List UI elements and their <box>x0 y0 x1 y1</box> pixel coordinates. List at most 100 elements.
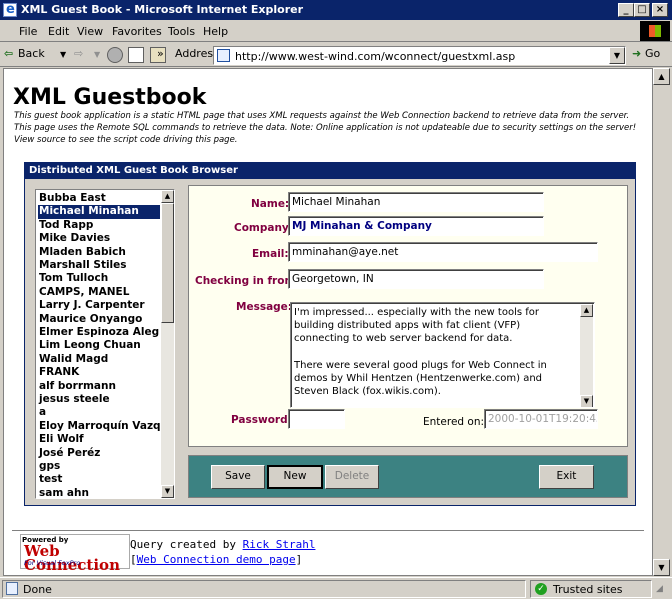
password-field[interactable] <box>288 409 345 429</box>
back-dropdown-icon[interactable]: ▼ <box>60 50 66 59</box>
toolbar: ⇦ Back ▼ ⇨ ▼ » Address http://www.west-w… <box>0 43 672 67</box>
page-icon <box>217 49 230 62</box>
stop-icon[interactable] <box>107 47 123 63</box>
window-titlebar: XML Guest Book - Microsoft Internet Expl… <box>0 0 672 20</box>
menu-view[interactable]: View <box>77 25 103 38</box>
query-prefix: Query created by <box>130 538 243 551</box>
window-scroll-up-icon[interactable]: ▲ <box>653 68 670 85</box>
scroll-down-icon[interactable]: ▼ <box>161 485 174 498</box>
window-scrollbar[interactable]: ▲ ▼ <box>653 68 670 576</box>
toolbar-overflow-chevron[interactable]: » <box>157 47 164 60</box>
go-button[interactable]: Go <box>645 47 660 60</box>
guest-list-item[interactable]: Eloy Marroquín Vazquez <box>38 420 160 434</box>
status-text: Done <box>23 583 52 596</box>
scroll-up-icon[interactable]: ▲ <box>161 190 174 203</box>
guest-list-item[interactable]: test <box>38 473 160 487</box>
author-link[interactable]: Rick Strahl <box>243 538 316 551</box>
guest-list-item[interactable]: Mladen Babich <box>38 246 160 260</box>
guest-list-item[interactable]: Bubba East <box>38 192 160 206</box>
guest-list-item[interactable]: alf borrmann <box>38 380 160 394</box>
message-scroll-up-icon[interactable]: ▲ <box>580 304 593 317</box>
back-button[interactable]: Back <box>18 47 45 60</box>
company-label: Company: <box>234 222 293 234</box>
menu-tools[interactable]: Tools <box>168 25 195 38</box>
button-bar: Save New Delete Exit <box>188 455 628 498</box>
resize-grip-icon[interactable]: ◢ <box>656 584 663 594</box>
company-field[interactable]: MJ Minahan & Company <box>288 216 544 236</box>
guest-list-item[interactable]: Michael Minahan <box>38 205 160 220</box>
status-bar: Done ✓ Trusted sites ◢ <box>0 577 672 599</box>
entered-on-label: Entered on: <box>423 416 485 428</box>
guest-list-item[interactable]: FRANK <box>38 366 160 380</box>
delete-button[interactable]: Delete <box>325 465 379 489</box>
page-done-icon <box>6 582 18 595</box>
menu-help[interactable]: Help <box>203 25 228 38</box>
guest-list-item[interactable]: Walid Magd <box>38 353 160 367</box>
address-bar[interactable]: http://www.west-wind.com/wconnect/guestx… <box>213 46 626 65</box>
message-paragraph-2: There were several good plugs for Web Co… <box>294 359 547 398</box>
page-title: XML Guestbook <box>13 85 207 110</box>
password-label: Password: <box>231 414 292 426</box>
web-connection-logo[interactable]: Powered by Web Connection For Visual Fox… <box>20 534 130 573</box>
message-scroll-down-icon[interactable]: ▼ <box>580 395 593 407</box>
go-arrow-icon[interactable]: ➜ <box>632 47 641 60</box>
email-label: Email: <box>252 248 289 260</box>
guest-list-item[interactable]: sam ahn <box>38 487 160 498</box>
guest-list-item[interactable]: Elmer Espinoza Alegre <box>38 326 160 340</box>
new-button[interactable]: New <box>267 465 323 489</box>
guest-list-item[interactable]: Larry J. Carpenter <box>38 299 160 313</box>
status-field: Done <box>2 580 526 598</box>
back-arrow-icon[interactable]: ⇦ <box>4 47 13 60</box>
exit-button[interactable]: Exit <box>539 465 594 489</box>
guest-list-item[interactable]: Marshall Stiles <box>38 259 160 273</box>
guest-list-item[interactable]: Eli Wolf <box>38 433 160 447</box>
query-credit: Query created by Rick Strahl <box>130 538 315 551</box>
bracket-close: ] <box>295 553 303 566</box>
guest-list-item[interactable]: José Peréz <box>38 447 160 461</box>
maximize-button[interactable]: □ <box>634 3 650 17</box>
name-field[interactable]: Michael Minahan <box>288 192 544 212</box>
guest-list-item[interactable]: gps <box>38 460 160 474</box>
trusted-sites-icon: ✓ <box>535 583 547 595</box>
list-scrollbar[interactable]: ▲ ▼ <box>161 190 174 498</box>
guest-list-item[interactable]: Tod Rapp <box>38 219 160 233</box>
save-button[interactable]: Save <box>211 465 265 489</box>
minimize-button[interactable]: _ <box>618 3 634 17</box>
list-scroll-thumb[interactable] <box>161 203 174 323</box>
forward-arrow-icon[interactable]: ⇨ <box>74 47 83 60</box>
message-paragraph-1: I'm impressed... especially with the new… <box>294 307 539 345</box>
email-field[interactable]: mminahan@aye.net <box>288 242 598 262</box>
address-dropdown-icon[interactable]: ▼ <box>609 47 625 64</box>
menu-file[interactable]: File <box>19 25 37 38</box>
guest-list-item[interactable]: CAMPS, MANEL <box>38 286 160 300</box>
window-title: XML Guest Book - Microsoft Internet Expl… <box>21 3 304 16</box>
footer-divider <box>12 530 644 532</box>
address-input[interactable]: http://www.west-wind.com/wconnect/guestx… <box>235 50 515 63</box>
guest-list-item[interactable]: Maurice Onyango <box>38 313 160 327</box>
guest-list-item[interactable]: Tom Tulloch <box>38 272 160 286</box>
message-field[interactable]: I'm impressed... especially with the new… <box>290 302 595 408</box>
forward-dropdown-icon[interactable]: ▼ <box>94 50 100 59</box>
menu-bar: File Edit View Favorites Tools Help <box>0 20 672 42</box>
menu-favorites[interactable]: Favorites <box>112 25 162 38</box>
demo-page-link[interactable]: Web Connection demo page <box>137 553 296 566</box>
close-button[interactable]: × <box>652 3 668 17</box>
logo-subtitle: For Visual FoxPro <box>24 559 81 567</box>
window-scroll-down-icon[interactable]: ▼ <box>653 559 670 576</box>
guest-list-item[interactable]: Mike Davies <box>38 232 160 246</box>
guest-list-item[interactable]: a <box>38 406 160 420</box>
demo-link-line: [Web Connection demo page] <box>130 553 302 566</box>
ie-icon <box>3 2 17 17</box>
windows-logo-icon <box>640 21 670 41</box>
menu-edit[interactable]: Edit <box>48 25 69 38</box>
refresh-icon[interactable] <box>128 47 144 63</box>
checkin-field[interactable]: Georgetown, IN <box>288 269 544 289</box>
intro-text: This guest book application is a static … <box>14 111 637 145</box>
guest-list[interactable]: Bubba East Michael Minahan Tod Rapp Mike Da… <box>35 189 175 499</box>
message-label: Message: <box>236 301 292 313</box>
guest-list-item[interactable]: jesus steele <box>38 393 160 407</box>
message-scrollbar[interactable]: ▲ ▼ <box>580 304 593 407</box>
zone-text: Trusted sites <box>553 583 623 596</box>
entered-on-field: 2000-10-01T19:20:43 <box>484 409 598 429</box>
guest-list-item[interactable]: Lim Leong Chuan <box>38 339 160 353</box>
